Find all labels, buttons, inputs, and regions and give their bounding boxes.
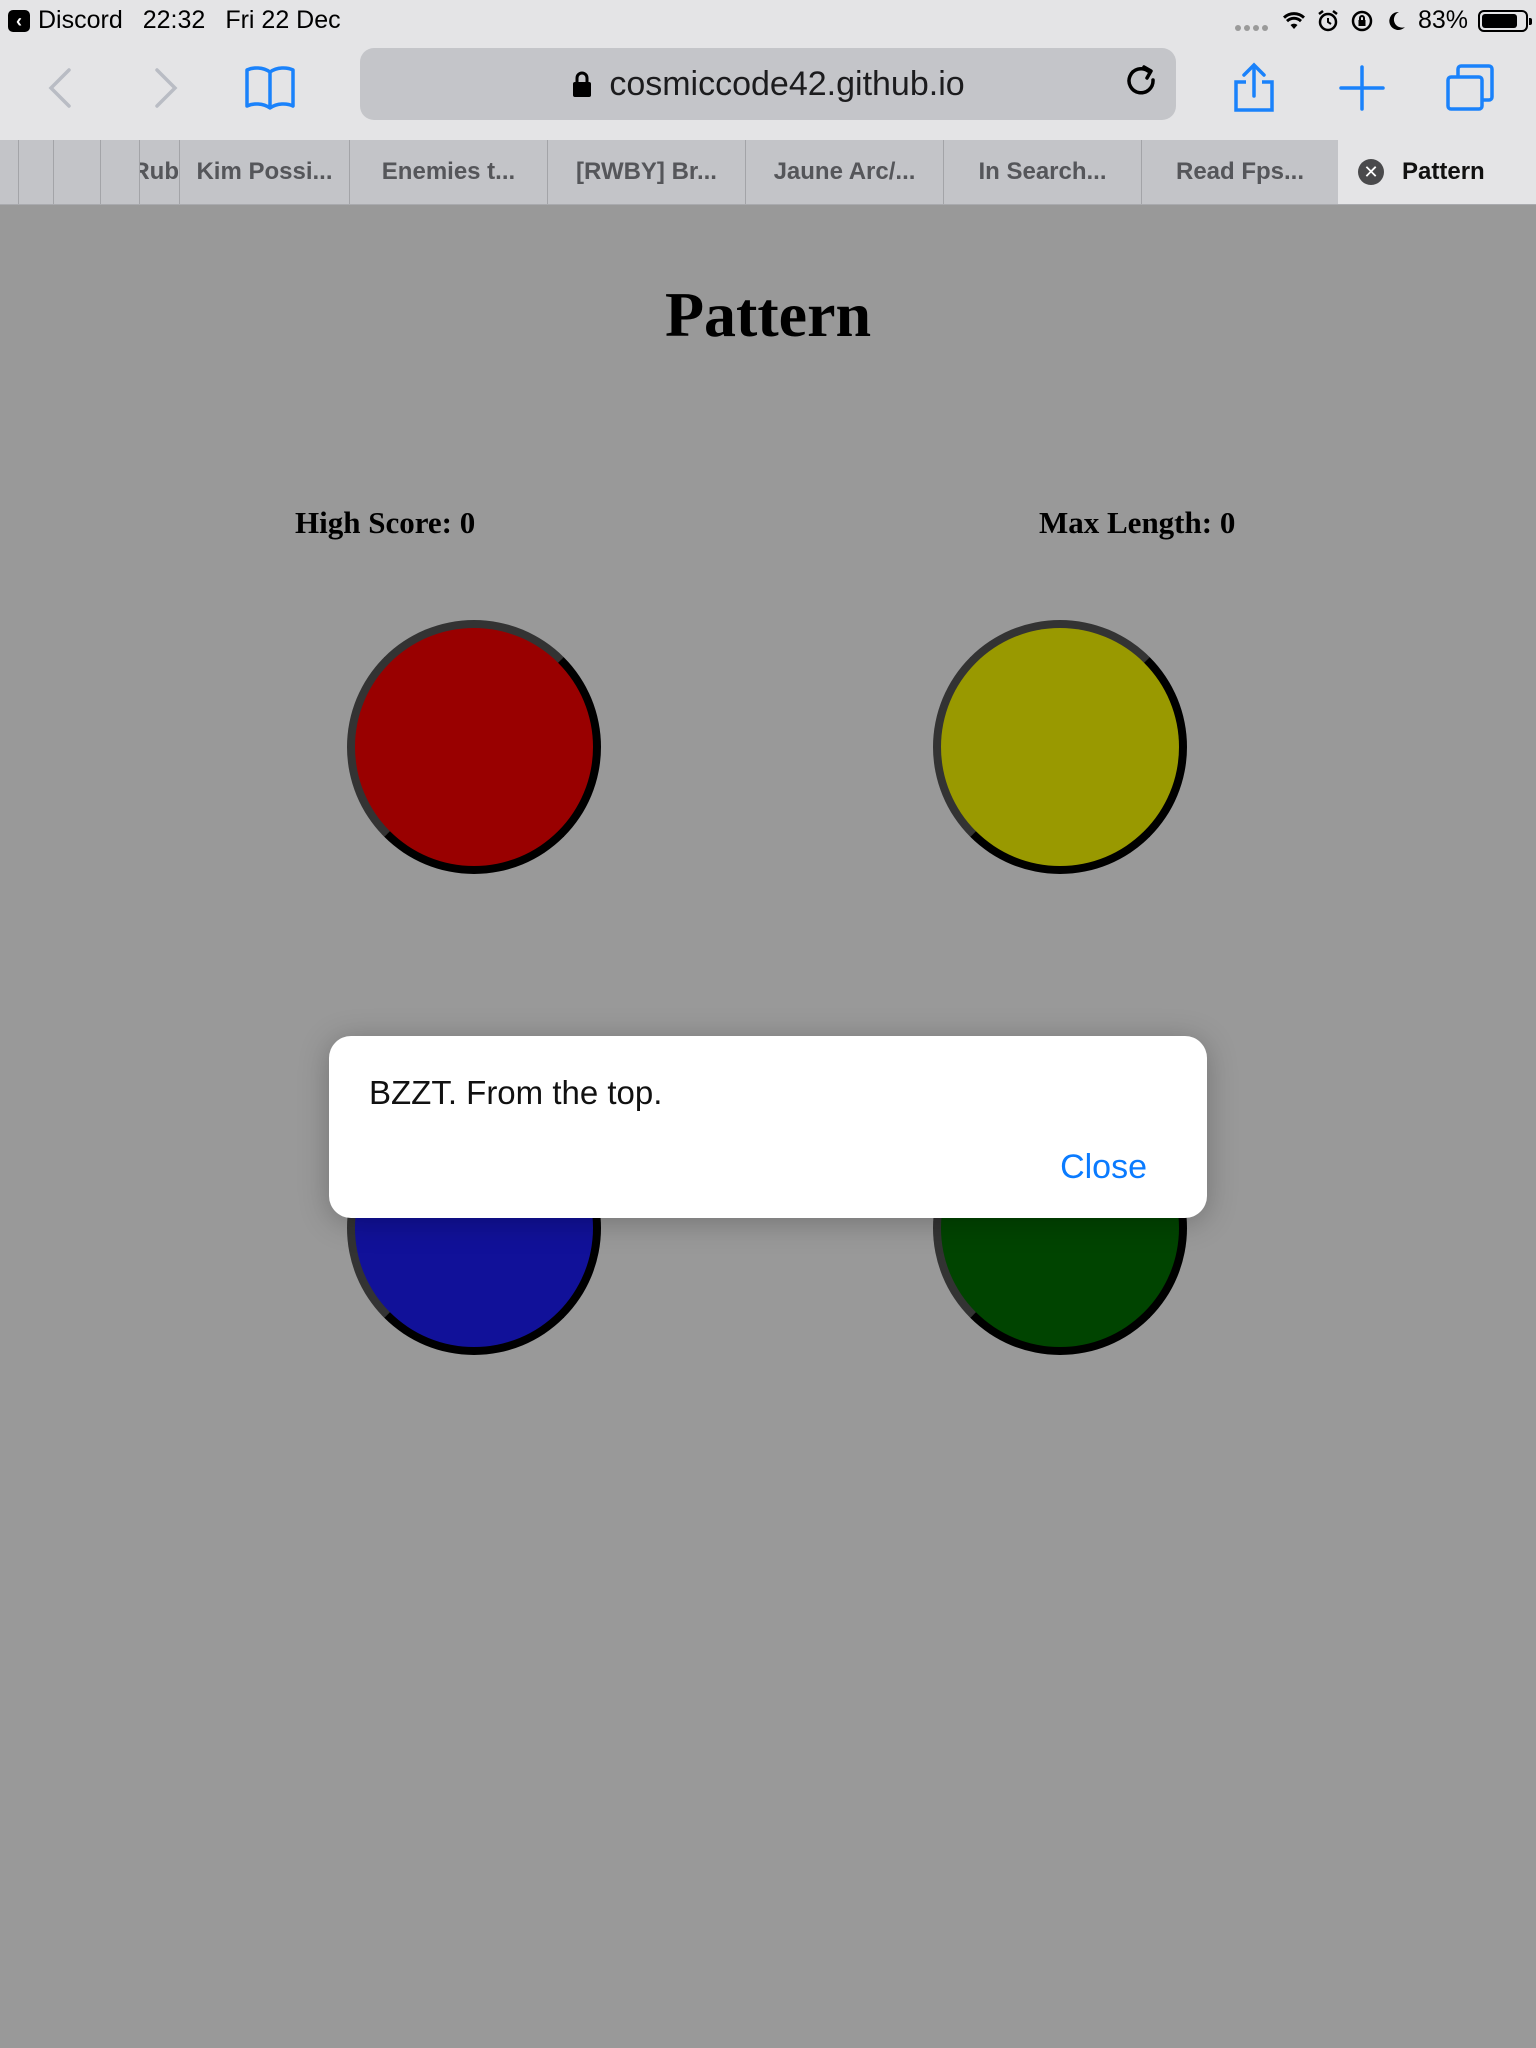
battery-percentage: 83% [1417, 6, 1468, 34]
back-arrow-icon[interactable] [32, 60, 88, 116]
alert-message: BZZT. From the top. [369, 1074, 663, 1111]
status-date: Fri 22 Dec [225, 6, 341, 34]
tab-item[interactable]: [RWBY] Br... [547, 140, 745, 204]
tab-item[interactable] [53, 140, 100, 204]
back-to-app-icon[interactable]: ‹ [8, 9, 30, 32]
rotation-lock-icon [1351, 10, 1373, 31]
close-tab-icon[interactable]: ✕ [1358, 159, 1384, 185]
close-button[interactable]: Close [1060, 1148, 1147, 1187]
status-bar: ‹ Discord 22:32 Fri 22 Dec 83% [0, 0, 1536, 42]
tab-active[interactable]: ✕ Pattern [1338, 140, 1536, 204]
tab-item[interactable]: Jaune Arc/... [745, 140, 943, 204]
tab-item[interactable] [100, 140, 139, 204]
tab-item[interactable]: Kim Possi... [179, 140, 349, 204]
status-time: 22:32 [142, 6, 206, 34]
browser-toolbar: cosmiccode42.github.io [0, 42, 1536, 140]
tab-item[interactable]: Rub [139, 140, 179, 204]
reload-icon[interactable] [1122, 62, 1162, 106]
alarm-icon [1318, 9, 1338, 31]
new-tab-plus-icon[interactable] [1334, 60, 1390, 116]
tab-item[interactable]: In Search... [943, 140, 1141, 204]
tab-item[interactable]: Enemies t... [349, 140, 547, 204]
max-length-label: Max Length: 0 [1039, 505, 1236, 540]
battery-icon [1478, 9, 1532, 32]
forward-arrow-icon[interactable] [138, 60, 194, 116]
tab-item[interactable]: Read Fps... [1141, 140, 1338, 204]
page-title: Pattern [664, 279, 872, 350]
wifi-icon [1282, 11, 1305, 29]
address-bar[interactable]: cosmiccode42.github.io [360, 48, 1176, 120]
tabs-overview-icon[interactable] [1442, 60, 1498, 116]
high-score-label: High Score: 0 [295, 505, 476, 540]
yellow-pattern-button[interactable] [933, 620, 1187, 874]
do-not-disturb-moon-icon [1389, 11, 1405, 30]
tab-bar: Rub Kim Possi... Enemies t... [RWBY] Br.… [0, 140, 1536, 205]
tab-item[interactable] [18, 140, 53, 204]
alert-dialog: BZZT. From the top. Close [329, 1036, 1207, 1218]
url-text: cosmiccode42.github.io [609, 64, 965, 103]
lock-icon [573, 71, 592, 97]
bookmarks-book-icon[interactable] [242, 60, 298, 116]
share-icon[interactable] [1226, 60, 1282, 116]
cellular-signal-icon [1234, 11, 1268, 31]
red-pattern-button[interactable] [347, 620, 601, 874]
back-app-label[interactable]: Discord [38, 6, 123, 35]
